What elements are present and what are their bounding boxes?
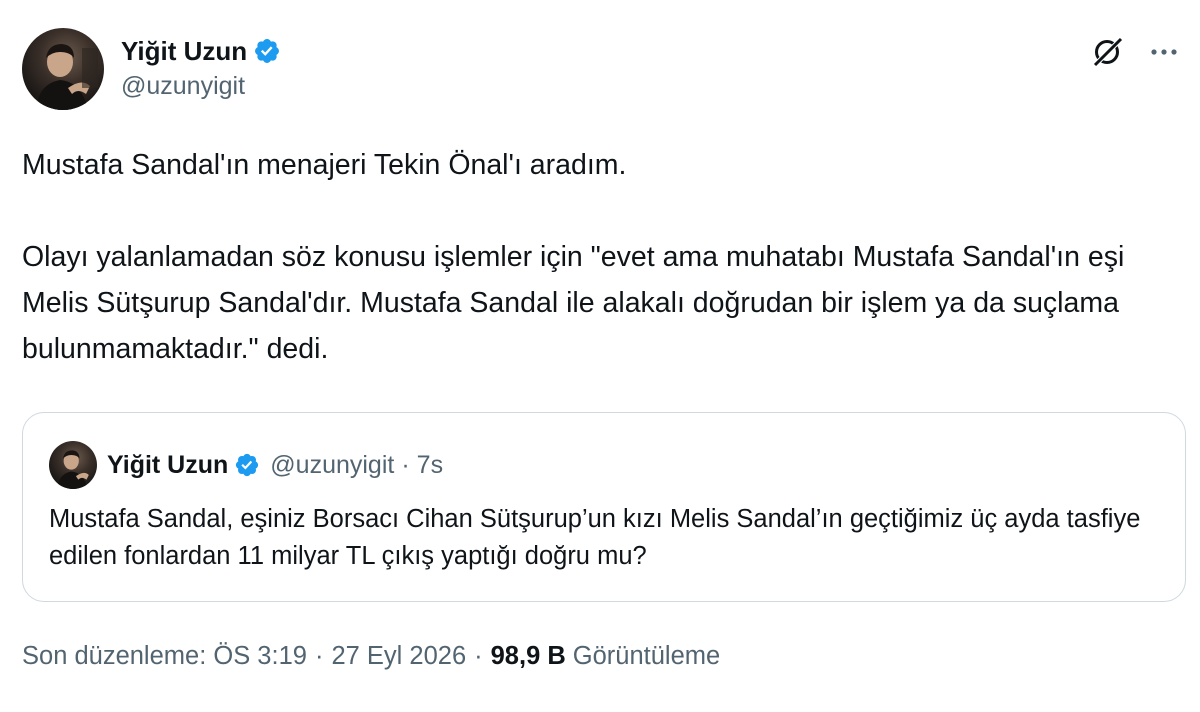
tweet-header: Yiğit Uzun @uzunyigit xyxy=(22,28,281,110)
grok-icon[interactable] xyxy=(1090,34,1126,70)
avatar-image xyxy=(36,44,98,110)
verified-badge-icon[interactable] xyxy=(253,37,281,65)
meta-separator: · xyxy=(314,642,324,670)
quoted-tweet-header: Yiğit Uzun @uzunyigit · 7s xyxy=(49,441,443,489)
tweet-paragraph-2: Olayı yalanlamadan söz konusu işlemler i… xyxy=(22,241,1125,365)
tweet-text: Mustafa Sandal'ın menajeri Tekin Önal'ı … xyxy=(22,142,1162,372)
quoted-avatar-image xyxy=(57,450,89,489)
author-display-name[interactable]: Yiğit Uzun xyxy=(121,35,247,67)
quoted-tweet-time[interactable]: 7s xyxy=(417,451,443,480)
tweet-date[interactable]: 27 Eyl 2026 xyxy=(331,642,466,671)
author-name-row: Yiğit Uzun xyxy=(121,35,281,67)
quoted-author-avatar[interactable] xyxy=(49,441,97,489)
edited-timestamp[interactable]: Son düzenleme: ÖS 3:19 xyxy=(22,642,307,671)
quoted-verified-badge-icon xyxy=(236,453,259,477)
quoted-separator: · xyxy=(401,450,410,479)
author-avatar[interactable] xyxy=(22,28,104,110)
tweet-paragraph-1: Mustafa Sandal'ın menajeri Tekin Önal'ı … xyxy=(22,149,627,181)
more-options-icon[interactable] xyxy=(1146,34,1182,70)
tweet-meta: Son düzenleme: ÖS 3:19 · 27 Eyl 2026 · 9… xyxy=(22,642,720,671)
views-count: 98,9 B xyxy=(490,642,566,670)
views-label: Görüntüleme xyxy=(572,642,721,670)
author-info: Yiğit Uzun @uzunyigit xyxy=(121,35,281,103)
meta-separator-2: · xyxy=(474,642,483,670)
quoted-tweet-card[interactable]: Yiğit Uzun @uzunyigit · 7s Mustafa Sanda… xyxy=(22,412,1186,602)
quoted-tweet-text: Mustafa Sandal, eşiniz Borsacı Cihan Süt… xyxy=(49,505,1141,570)
quoted-author-handle: @uzunyigit xyxy=(270,450,395,479)
author-handle[interactable]: @uzunyigit xyxy=(121,69,281,103)
quoted-author-display-name: Yiğit Uzun xyxy=(107,450,229,479)
tweet: Yiğit Uzun @uzunyigit Mustafa Sandal'ın … xyxy=(0,0,1200,712)
tweet-actions xyxy=(1090,34,1182,70)
